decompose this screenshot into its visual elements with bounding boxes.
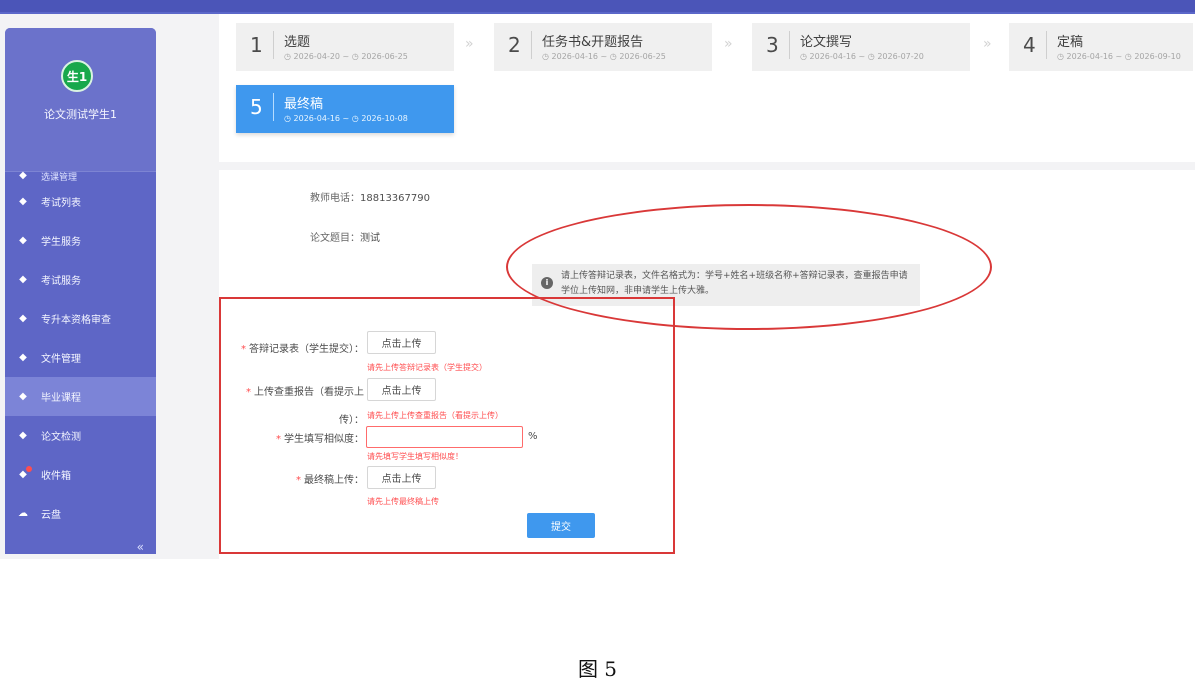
progress-steps: 1 选题 ◷ 2026-04-20 ~ ◷ 2026-06-25 » 2 任务书…: [219, 14, 1195, 162]
sidebar-item-thesis-detection[interactable]: ◆ 论文检测: [5, 416, 156, 455]
step-divider: [1046, 31, 1047, 59]
sidebar-item-course-selection[interactable]: ◆ 选课管理: [5, 170, 156, 182]
nav-icon: ◆: [19, 195, 27, 207]
step-date: ◷ 2026-04-16 ~ ◷ 2026-10-08: [284, 114, 408, 123]
sidebar-item-cloud-drive[interactable]: ☁ 云盘: [5, 494, 156, 533]
step-date: ◷ 2026-04-16 ~ ◷ 2026-07-20: [800, 52, 924, 61]
nav-icon: ◆: [19, 351, 27, 363]
similarity-input[interactable]: [366, 426, 523, 448]
plagiarism-report-label-text: 上传查重报告（看提示上传）：: [254, 387, 364, 426]
step-number: 1: [250, 33, 263, 57]
sidebar-item-label: 云盘: [41, 510, 61, 521]
sidebar-item-inbox[interactable]: ◆ 收件箱: [5, 455, 156, 494]
step-1[interactable]: 1 选题 ◷ 2026-04-20 ~ ◷ 2026-06-25: [236, 23, 454, 71]
sidebar-item-label: 专升本资格审查: [41, 315, 111, 326]
defense-record-upload-button[interactable]: 点击上传: [367, 331, 436, 354]
similarity-unit: %: [528, 431, 538, 442]
thesis-title-label: 论文题目：: [310, 233, 360, 244]
required-marker: *: [246, 387, 251, 398]
step-number: 4: [1023, 33, 1036, 57]
final-upload-button[interactable]: 点击上传: [367, 466, 436, 489]
sidebar-item-label: 毕业课程: [41, 393, 81, 404]
sidebar-item-file-management[interactable]: ◆ 文件管理: [5, 338, 156, 377]
step-title: 选题: [284, 35, 311, 50]
nav-icon: ◆: [19, 390, 27, 402]
defense-record-label-text: 答辩记录表（学生提交）：: [249, 344, 364, 355]
chevron-right-icon: »: [983, 36, 992, 52]
chevron-right-icon: »: [465, 36, 474, 52]
page: 生1 论文测试学生1 ◆ 选课管理 ◆ 考试列表 ◆ 学生服务 ◆ 考试服务 ◆: [0, 0, 1195, 680]
step-date: ◷ 2026-04-16 ~ ◷ 2026-09-10: [1057, 52, 1181, 61]
thesis-title: 测试: [360, 233, 380, 244]
final-upload-error: 请先上传最终稿上传: [367, 497, 439, 506]
figure-caption: 图 5: [577, 657, 618, 680]
sidebar-item-student-services[interactable]: ◆ 学生服务: [5, 221, 156, 260]
nav-icon: ◆: [19, 170, 27, 181]
step-date: ◷ 2026-04-20 ~ ◷ 2026-06-25: [284, 52, 408, 61]
step-2[interactable]: 2 任务书&开题报告 ◷ 2026-04-16 ~ ◷ 2026-06-25: [494, 23, 712, 71]
step-date: ◷ 2026-04-16 ~ ◷ 2026-06-25: [542, 52, 666, 61]
nav-icon: ◆: [19, 312, 27, 324]
sidebar-item-label: 考试服务: [41, 276, 81, 287]
step-number: 2: [508, 33, 521, 57]
step-divider: [273, 93, 274, 121]
sidebar-item-graduation-course[interactable]: ◆ 毕业课程: [5, 377, 156, 416]
step-5[interactable]: 5 最终稿 ◷ 2026-04-16 ~ ◷ 2026-10-08: [236, 85, 454, 133]
nav-icon: ◆: [19, 273, 27, 285]
unread-badge: [26, 466, 32, 472]
step-title: 任务书&开题报告: [542, 35, 644, 50]
sidebar-item-exam-list[interactable]: ◆ 考试列表: [5, 182, 156, 221]
similarity-error: 请先填写学生填写相似度！: [367, 452, 463, 461]
step-3[interactable]: 3 论文撰写 ◷ 2026-04-16 ~ ◷ 2026-07-20: [752, 23, 970, 71]
sidebar-item-label: 文件管理: [41, 354, 81, 365]
plagiarism-report-upload-button[interactable]: 点击上传: [367, 378, 436, 401]
step-divider: [531, 31, 532, 59]
cloud-icon: ☁: [18, 507, 28, 519]
sidebar-item-label: 收件箱: [41, 471, 71, 482]
step-title: 最终稿: [284, 97, 324, 112]
final-upload-label: * 最终稿上传：: [240, 471, 364, 486]
step-title: 定稿: [1057, 35, 1084, 50]
user-name: 论文测试学生1: [44, 108, 117, 121]
defense-record-error: 请先上传答辩记录表（学生提交）: [367, 363, 487, 372]
nav-icon: ◆: [19, 429, 27, 441]
plagiarism-report-error: 请先上传上传查重报告（看提示上传）: [367, 411, 503, 420]
step-number: 5: [250, 95, 263, 119]
similarity-label: * 学生填写相似度：: [240, 430, 364, 445]
required-marker: *: [276, 434, 281, 445]
required-marker: *: [241, 344, 246, 355]
plagiarism-report-label: * 上传查重报告（看提示上传）：: [240, 379, 364, 435]
sidebar-menu: ◆ 选课管理 ◆ 考试列表 ◆ 学生服务 ◆ 考试服务 ◆ 专升本资格审查 ◆ …: [5, 170, 156, 533]
sidebar-item-label: 考试列表: [41, 198, 81, 209]
sidebar-item-label: 论文检测: [41, 432, 81, 443]
step-number: 3: [766, 33, 779, 57]
teacher-phone: 18813367790: [360, 193, 430, 204]
sidebar-item-label: 学生服务: [41, 237, 81, 248]
sidebar: 生1 论文测试学生1 ◆ 选课管理 ◆ 考试列表 ◆ 学生服务 ◆ 考试服务 ◆: [5, 28, 156, 554]
top-navigation-bar: [0, 0, 1195, 14]
step-4[interactable]: 4 定稿 ◷ 2026-04-16 ~ ◷ 2026-09-10: [1009, 23, 1193, 71]
similarity-label-text: 学生填写相似度：: [284, 434, 364, 445]
step-divider: [273, 31, 274, 59]
sidebar-item-exam-services[interactable]: ◆ 考试服务: [5, 260, 156, 299]
sidebar-item-label: 选课管理: [41, 173, 78, 182]
teacher-phone-row: 教师电话：18813367790: [310, 189, 430, 204]
step-title: 论文撰写: [800, 35, 853, 50]
chevron-right-icon: »: [724, 36, 733, 52]
thesis-title-row: 论文题目：测试: [310, 229, 380, 244]
collapse-icon[interactable]: «: [137, 540, 144, 554]
step-divider: [789, 31, 790, 59]
teacher-phone-label: 教师电话：: [310, 193, 360, 204]
final-upload-label-text: 最终稿上传：: [304, 475, 364, 486]
user-profile: 生1 论文测试学生1: [5, 28, 156, 172]
required-marker: *: [296, 475, 301, 486]
nav-icon: ◆: [19, 234, 27, 246]
defense-record-label: * 答辩记录表（学生提交）：: [240, 336, 364, 364]
sidebar-item-upgrade-qualification-review[interactable]: ◆ 专升本资格审查: [5, 299, 156, 338]
avatar[interactable]: 生1: [61, 60, 93, 92]
submit-button[interactable]: 提交: [527, 513, 595, 538]
